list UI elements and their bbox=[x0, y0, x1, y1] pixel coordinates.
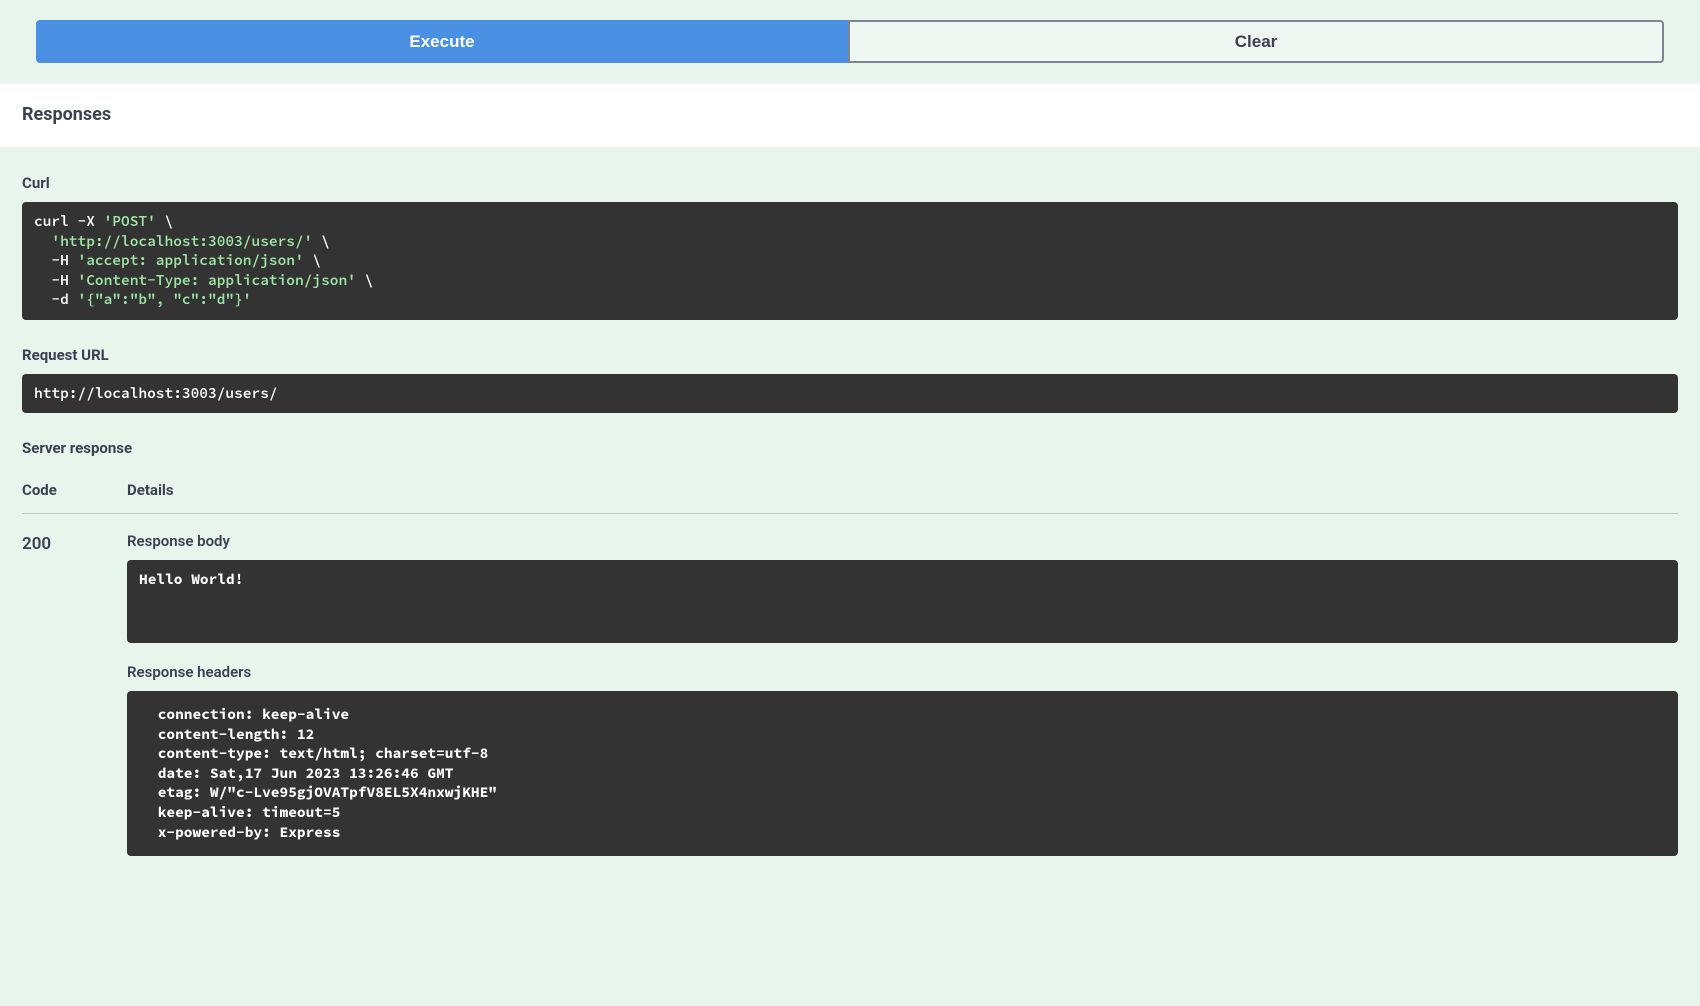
responses-heading: Responses bbox=[22, 104, 1700, 125]
response-body-block[interactable]: Hello World! bbox=[127, 560, 1678, 643]
curl-line4-pre: -H bbox=[34, 271, 78, 289]
response-row: 200 Response body Hello World! Response … bbox=[22, 514, 1678, 856]
curl-code-block[interactable]: curl -X 'POST' \ 'http://localhost:3003/… bbox=[22, 202, 1678, 320]
response-table-header: Code Details bbox=[22, 467, 1678, 514]
curl-method: 'POST' bbox=[104, 212, 156, 230]
responses-title-bar: Responses bbox=[0, 83, 1700, 148]
request-url-block[interactable]: http://localhost:3003/users/ bbox=[22, 374, 1678, 414]
responses-section: Curl curl -X 'POST' \ 'http://localhost:… bbox=[0, 174, 1700, 856]
server-response-label: Server response bbox=[22, 439, 1678, 457]
code-column-header: Code bbox=[22, 481, 127, 499]
curl-header-ctype: 'Content-Type: application/json' bbox=[78, 271, 356, 289]
curl-line4-suf: \ bbox=[356, 271, 373, 289]
curl-line1-suf: \ bbox=[156, 212, 173, 230]
response-headers-block[interactable]: connection: keep-alive content-length: 1… bbox=[127, 691, 1678, 856]
details-column-header: Details bbox=[127, 481, 1678, 499]
curl-label: Curl bbox=[22, 174, 1678, 192]
curl-body: '{"a":"b", "c":"d"}' bbox=[78, 290, 252, 308]
curl-line2-suf: \ bbox=[312, 232, 329, 250]
request-url-label: Request URL bbox=[22, 346, 1678, 364]
clear-button[interactable]: Clear bbox=[848, 20, 1664, 63]
action-buttons-row: Execute Clear bbox=[0, 0, 1700, 83]
response-status-code: 200 bbox=[22, 532, 127, 856]
curl-header-accept: 'accept: application/json' bbox=[78, 251, 304, 269]
response-body-label: Response body bbox=[127, 532, 1678, 550]
curl-line5-pre: -d bbox=[34, 290, 78, 308]
response-details: Response body Hello World! Response head… bbox=[127, 532, 1678, 856]
curl-line3-pre: -H bbox=[34, 251, 78, 269]
curl-line1-pre: curl -X bbox=[34, 212, 104, 230]
curl-line2-pre bbox=[34, 232, 51, 250]
curl-url: 'http://localhost:3003/users/' bbox=[51, 232, 312, 250]
execute-button[interactable]: Execute bbox=[36, 20, 848, 63]
response-headers-label: Response headers bbox=[127, 663, 1678, 681]
curl-line3-suf: \ bbox=[304, 251, 321, 269]
